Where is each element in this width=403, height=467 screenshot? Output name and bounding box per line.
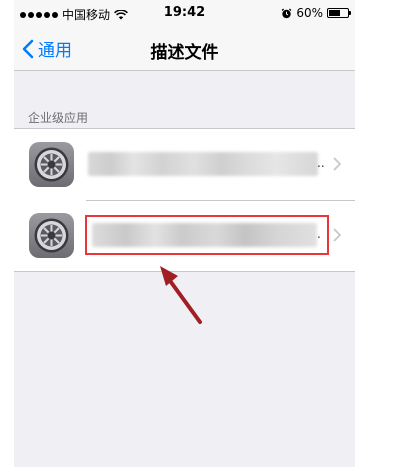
status-right: 60% — [281, 6, 351, 20]
battery-percent: 60% — [296, 6, 323, 20]
alarm-icon — [281, 8, 292, 18]
section-header: 企业级应用 — [28, 111, 89, 125]
chevron-right-icon — [333, 228, 341, 242]
list-item[interactable]: .. — [14, 129, 355, 200]
status-bar: 中国移动 19:42 60% — [14, 0, 355, 28]
phone-screen: 中国移动 19:42 60% 通用 描述文件 企业级应用 .. . — [14, 0, 355, 467]
navigation-bar: 通用 描述文件 — [14, 28, 355, 71]
annotation-highlight-box — [85, 215, 329, 255]
profile-name-redacted — [88, 152, 318, 176]
settings-gear-icon — [29, 213, 74, 258]
truncation-ellipsis: .. — [317, 156, 325, 170]
page-title: 描述文件 — [150, 43, 219, 63]
chevron-right-icon — [333, 157, 341, 171]
battery-icon — [327, 8, 351, 18]
settings-gear-icon — [29, 142, 74, 187]
battery-fill — [329, 10, 340, 16]
annotation-arrow-icon — [160, 266, 202, 324]
